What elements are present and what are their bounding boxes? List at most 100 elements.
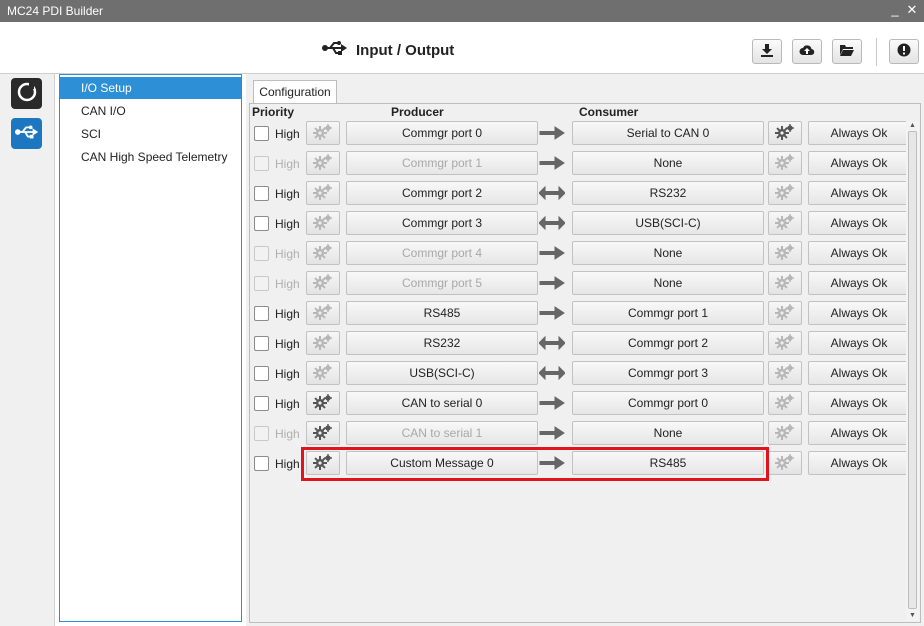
producer-select[interactable]: CAN to serial 1 — [346, 421, 538, 445]
producer-select[interactable]: Commgr port 1 — [346, 151, 538, 175]
producer-select[interactable]: Commgr port 2 — [346, 181, 538, 205]
status-select[interactable]: Always Ok — [808, 271, 910, 295]
right-arrow-icon — [539, 246, 565, 260]
priority-checkbox[interactable] — [254, 186, 269, 201]
status-select[interactable]: Always Ok — [808, 121, 910, 145]
producer-settings-button[interactable] — [306, 121, 340, 145]
cloud-upload-button[interactable] — [792, 39, 822, 64]
gear-icon — [775, 153, 795, 173]
status-select[interactable]: Always Ok — [808, 331, 910, 355]
priority-checkbox[interactable] — [254, 396, 269, 411]
consumer-select[interactable]: RS232 — [572, 181, 764, 205]
priority-checkbox[interactable] — [254, 126, 269, 141]
gear-icon — [775, 213, 795, 233]
priority-checkbox[interactable] — [254, 426, 269, 441]
right-arrow-icon — [539, 426, 565, 440]
nav-item-can-telemetry[interactable]: CAN High Speed Telemetry — [60, 146, 241, 168]
consumer-select[interactable]: Commgr port 2 — [572, 331, 764, 355]
priority-checkbox[interactable] — [254, 216, 269, 231]
producer-select[interactable]: RS485 — [346, 301, 538, 325]
consumer-select[interactable]: None — [572, 241, 764, 265]
consumer-select[interactable]: USB(SCI-C) — [572, 211, 764, 235]
producer-settings-button[interactable] — [306, 211, 340, 235]
window-titlebar: MC24 PDI Builder _ ✕ — [0, 0, 924, 22]
consumer-settings-button[interactable] — [768, 361, 802, 385]
gear-icon — [313, 333, 333, 353]
status-select[interactable]: Always Ok — [808, 241, 910, 265]
producer-settings-button[interactable] — [306, 181, 340, 205]
status-select[interactable]: Always Ok — [808, 211, 910, 235]
tab-configuration[interactable]: Configuration — [253, 80, 337, 104]
consumer-settings-button[interactable] — [768, 211, 802, 235]
priority-checkbox[interactable] — [254, 336, 269, 351]
consumer-settings-button[interactable] — [768, 421, 802, 445]
power-button[interactable] — [11, 78, 42, 109]
minimize-icon[interactable]: _ — [888, 3, 902, 17]
info-button[interactable] — [889, 39, 919, 64]
scroll-up-icon[interactable]: ▲ — [906, 121, 919, 130]
status-select[interactable]: Always Ok — [808, 391, 910, 415]
producer-settings-button[interactable] — [306, 361, 340, 385]
producer-settings-button[interactable] — [306, 421, 340, 445]
producer-settings-button[interactable] — [306, 271, 340, 295]
producer-select[interactable]: RS232 — [346, 331, 538, 355]
consumer-select[interactable]: None — [572, 421, 764, 445]
io-button[interactable] — [11, 118, 42, 149]
consumer-settings-button[interactable] — [768, 241, 802, 265]
consumer-select[interactable]: Commgr port 1 — [572, 301, 764, 325]
io-row: High Commgr port 3 USB(SCI-C) Always Ok — [246, 211, 924, 237]
priority-checkbox[interactable] — [254, 246, 269, 261]
status-select[interactable]: Always Ok — [808, 301, 910, 325]
gear-icon — [775, 183, 795, 203]
status-select[interactable]: Always Ok — [808, 181, 910, 205]
download-icon — [760, 43, 774, 60]
open-folder-button[interactable] — [832, 39, 862, 64]
producer-select[interactable]: USB(SCI-C) — [346, 361, 538, 385]
scrollbar-thumb[interactable] — [908, 131, 917, 609]
consumer-select[interactable]: Commgr port 3 — [572, 361, 764, 385]
priority-checkbox[interactable] — [254, 306, 269, 321]
consumer-settings-button[interactable] — [768, 271, 802, 295]
status-select[interactable]: Always Ok — [808, 421, 910, 445]
priority-label: High — [275, 397, 300, 411]
nav-item-can-io[interactable]: CAN I/O — [60, 100, 241, 122]
consumer-settings-button[interactable] — [768, 331, 802, 355]
status-select[interactable]: Always Ok — [808, 451, 910, 475]
consumer-settings-button[interactable] — [768, 121, 802, 145]
producer-select[interactable]: Commgr port 0 — [346, 121, 538, 145]
priority-checkbox[interactable] — [254, 276, 269, 291]
vertical-scrollbar[interactable]: ▲ ▼ — [906, 121, 919, 621]
gear-icon — [313, 123, 333, 143]
producer-settings-button[interactable] — [306, 391, 340, 415]
producer-settings-button[interactable] — [306, 151, 340, 175]
consumer-select[interactable]: Serial to CAN 0 — [572, 121, 764, 145]
producer-select[interactable]: Commgr port 3 — [346, 211, 538, 235]
status-select[interactable]: Always Ok — [808, 151, 910, 175]
close-icon[interactable]: ✕ — [905, 3, 919, 17]
consumer-settings-button[interactable] — [768, 451, 802, 475]
page-title: Input / Output — [356, 41, 455, 59]
priority-checkbox[interactable] — [254, 156, 269, 171]
consumer-settings-button[interactable] — [768, 151, 802, 175]
scroll-down-icon[interactable]: ▼ — [906, 611, 919, 620]
status-select[interactable]: Always Ok — [808, 361, 910, 385]
priority-checkbox[interactable] — [254, 456, 269, 471]
nav-item-io-setup[interactable]: I/O Setup — [60, 77, 241, 99]
producer-settings-button[interactable] — [306, 331, 340, 355]
producer-select[interactable]: Commgr port 4 — [346, 241, 538, 265]
consumer-settings-button[interactable] — [768, 301, 802, 325]
download-button[interactable] — [752, 39, 782, 64]
consumer-settings-button[interactable] — [768, 181, 802, 205]
consumer-settings-button[interactable] — [768, 391, 802, 415]
bidirectional-arrow-icon — [538, 185, 566, 201]
priority-checkbox[interactable] — [254, 366, 269, 381]
column-header-priority: Priority — [252, 105, 295, 119]
producer-settings-button[interactable] — [306, 301, 340, 325]
nav-item-sci[interactable]: SCI — [60, 123, 241, 145]
consumer-select[interactable]: None — [572, 271, 764, 295]
consumer-select[interactable]: Commgr port 0 — [572, 391, 764, 415]
producer-select[interactable]: Commgr port 5 — [346, 271, 538, 295]
producer-settings-button[interactable] — [306, 241, 340, 265]
producer-select[interactable]: CAN to serial 0 — [346, 391, 538, 415]
consumer-select[interactable]: None — [572, 151, 764, 175]
